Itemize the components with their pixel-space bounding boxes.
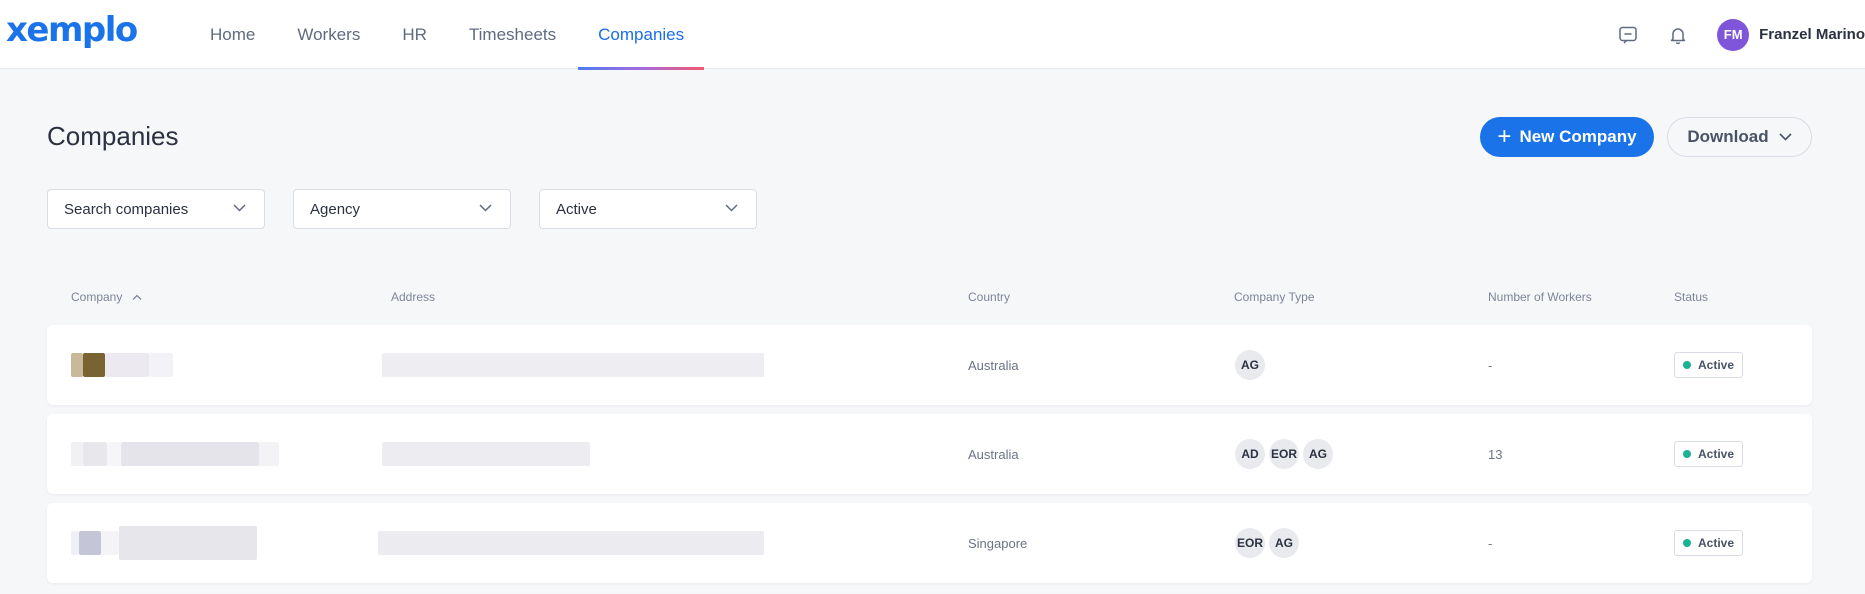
plus-icon: + (1497, 123, 1512, 150)
status-label: Active (1698, 536, 1735, 550)
nav-label: Companies (598, 24, 685, 44)
column-header-company-type[interactable]: Company Type (1234, 290, 1315, 304)
user-area: FM Franzel Marino (1611, 0, 1865, 69)
workers-count-cell: - (1488, 357, 1493, 373)
main-nav: Home Workers HR Timesheets Companies (190, 0, 706, 70)
avatar-initials: FM (1723, 27, 1743, 42)
redacted-block (71, 531, 79, 555)
status-active-dot-icon (1683, 450, 1691, 458)
top-navigation-bar: xemplo Home Workers HR Timesheets Compan… (0, 0, 1865, 70)
nav-label: HR (402, 24, 427, 44)
country-cell: Australia (968, 446, 1019, 462)
status-cell: Active (1674, 503, 1744, 583)
redacted-block (382, 442, 590, 466)
column-header-label: Company (71, 290, 123, 304)
sort-ascending-icon (132, 294, 142, 300)
chevron-down-icon (725, 204, 738, 212)
nav-label: Timesheets (468, 24, 557, 44)
redacted-block (378, 531, 764, 555)
status-badge: Active (1674, 530, 1744, 556)
column-header-country[interactable]: Country (968, 290, 1010, 304)
status-badge: Active (1674, 352, 1744, 378)
company-type-cell: AD EOR AG (1235, 414, 1337, 494)
page-title: Companies (47, 121, 179, 151)
company-name-redacted (71, 325, 173, 405)
company-name-redacted (71, 414, 279, 494)
table-row[interactable]: Australia AD EOR AG 13 Active (47, 414, 1812, 494)
workers-count-cell: - (1488, 535, 1493, 551)
redacted-block (107, 442, 121, 466)
redacted-block (101, 531, 119, 555)
company-type-filter[interactable]: Agency (293, 189, 511, 229)
redacted-block (71, 353, 83, 377)
redacted-block (105, 353, 149, 377)
redacted-block (83, 442, 107, 466)
status-filter-value: Active (556, 200, 597, 218)
redacted-block (83, 353, 105, 377)
status-label: Active (1698, 447, 1735, 461)
country-cell: Singapore (968, 535, 1028, 551)
nav-label: Home (210, 24, 256, 44)
company-name-redacted (71, 503, 257, 583)
column-header-status[interactable]: Status (1674, 290, 1708, 304)
search-companies-select[interactable]: Search companies (47, 189, 265, 229)
table-row[interactable]: Singapore EOR AG - Active (47, 503, 1812, 583)
country-cell: Australia (968, 357, 1019, 373)
workers-count-cell: 13 (1488, 446, 1503, 462)
company-type-badge: AD (1235, 439, 1265, 469)
status-badge: Active (1674, 441, 1744, 467)
notifications-bell-icon[interactable] (1661, 18, 1695, 52)
redacted-block (119, 526, 257, 560)
new-company-label: New Company (1519, 127, 1637, 146)
redacted-block (382, 353, 764, 377)
redacted-block (121, 442, 259, 466)
user-avatar[interactable]: FM (1717, 18, 1750, 51)
company-type-badge: AG (1303, 439, 1333, 469)
company-type-cell: EOR AG (1235, 503, 1303, 583)
company-type-badge: AG (1269, 528, 1299, 558)
messages-icon[interactable] (1611, 18, 1645, 52)
nav-item-companies[interactable]: Companies (578, 0, 705, 70)
nav-item-workers[interactable]: Workers (277, 0, 380, 69)
logo-text: xemplo (6, 10, 138, 50)
search-companies-placeholder: Search companies (64, 200, 189, 218)
download-label: Download (1687, 127, 1769, 146)
new-company-button[interactable]: + New Company (1480, 117, 1654, 157)
company-type-badge: AG (1235, 350, 1265, 380)
nav-label: Workers (297, 24, 361, 44)
address-redacted (382, 325, 764, 405)
column-header-address[interactable]: Address (391, 290, 435, 304)
download-button[interactable]: Download (1667, 117, 1812, 157)
nav-item-hr[interactable]: HR (382, 0, 447, 69)
address-redacted (382, 414, 590, 494)
address-redacted (378, 503, 764, 583)
chevron-down-icon (233, 204, 246, 212)
column-header-company[interactable]: Company (71, 290, 142, 304)
status-cell: Active (1674, 325, 1744, 405)
company-type-cell: AG (1235, 325, 1269, 405)
company-type-badge: EOR (1235, 528, 1265, 558)
redacted-block (71, 442, 83, 466)
column-header-number-of-workers[interactable]: Number of Workers (1488, 290, 1592, 304)
company-type-value: Agency (310, 200, 361, 218)
status-label: Active (1698, 358, 1735, 372)
xemplo-logo[interactable]: xemplo (6, 10, 138, 50)
status-cell: Active (1674, 414, 1744, 494)
table-row[interactable]: Australia AG - Active (47, 325, 1812, 405)
nav-item-home[interactable]: Home (190, 0, 275, 69)
chevron-down-icon (479, 204, 492, 212)
status-active-dot-icon (1683, 361, 1691, 369)
redacted-block (149, 353, 173, 377)
nav-item-timesheets[interactable]: Timesheets (449, 0, 576, 69)
status-active-dot-icon (1683, 539, 1691, 547)
redacted-block (259, 442, 279, 466)
company-type-badge: EOR (1269, 439, 1299, 469)
redacted-block (79, 531, 101, 555)
user-name[interactable]: Franzel Marino (1759, 26, 1865, 43)
status-filter[interactable]: Active (539, 189, 757, 229)
chevron-down-icon (1779, 133, 1792, 141)
